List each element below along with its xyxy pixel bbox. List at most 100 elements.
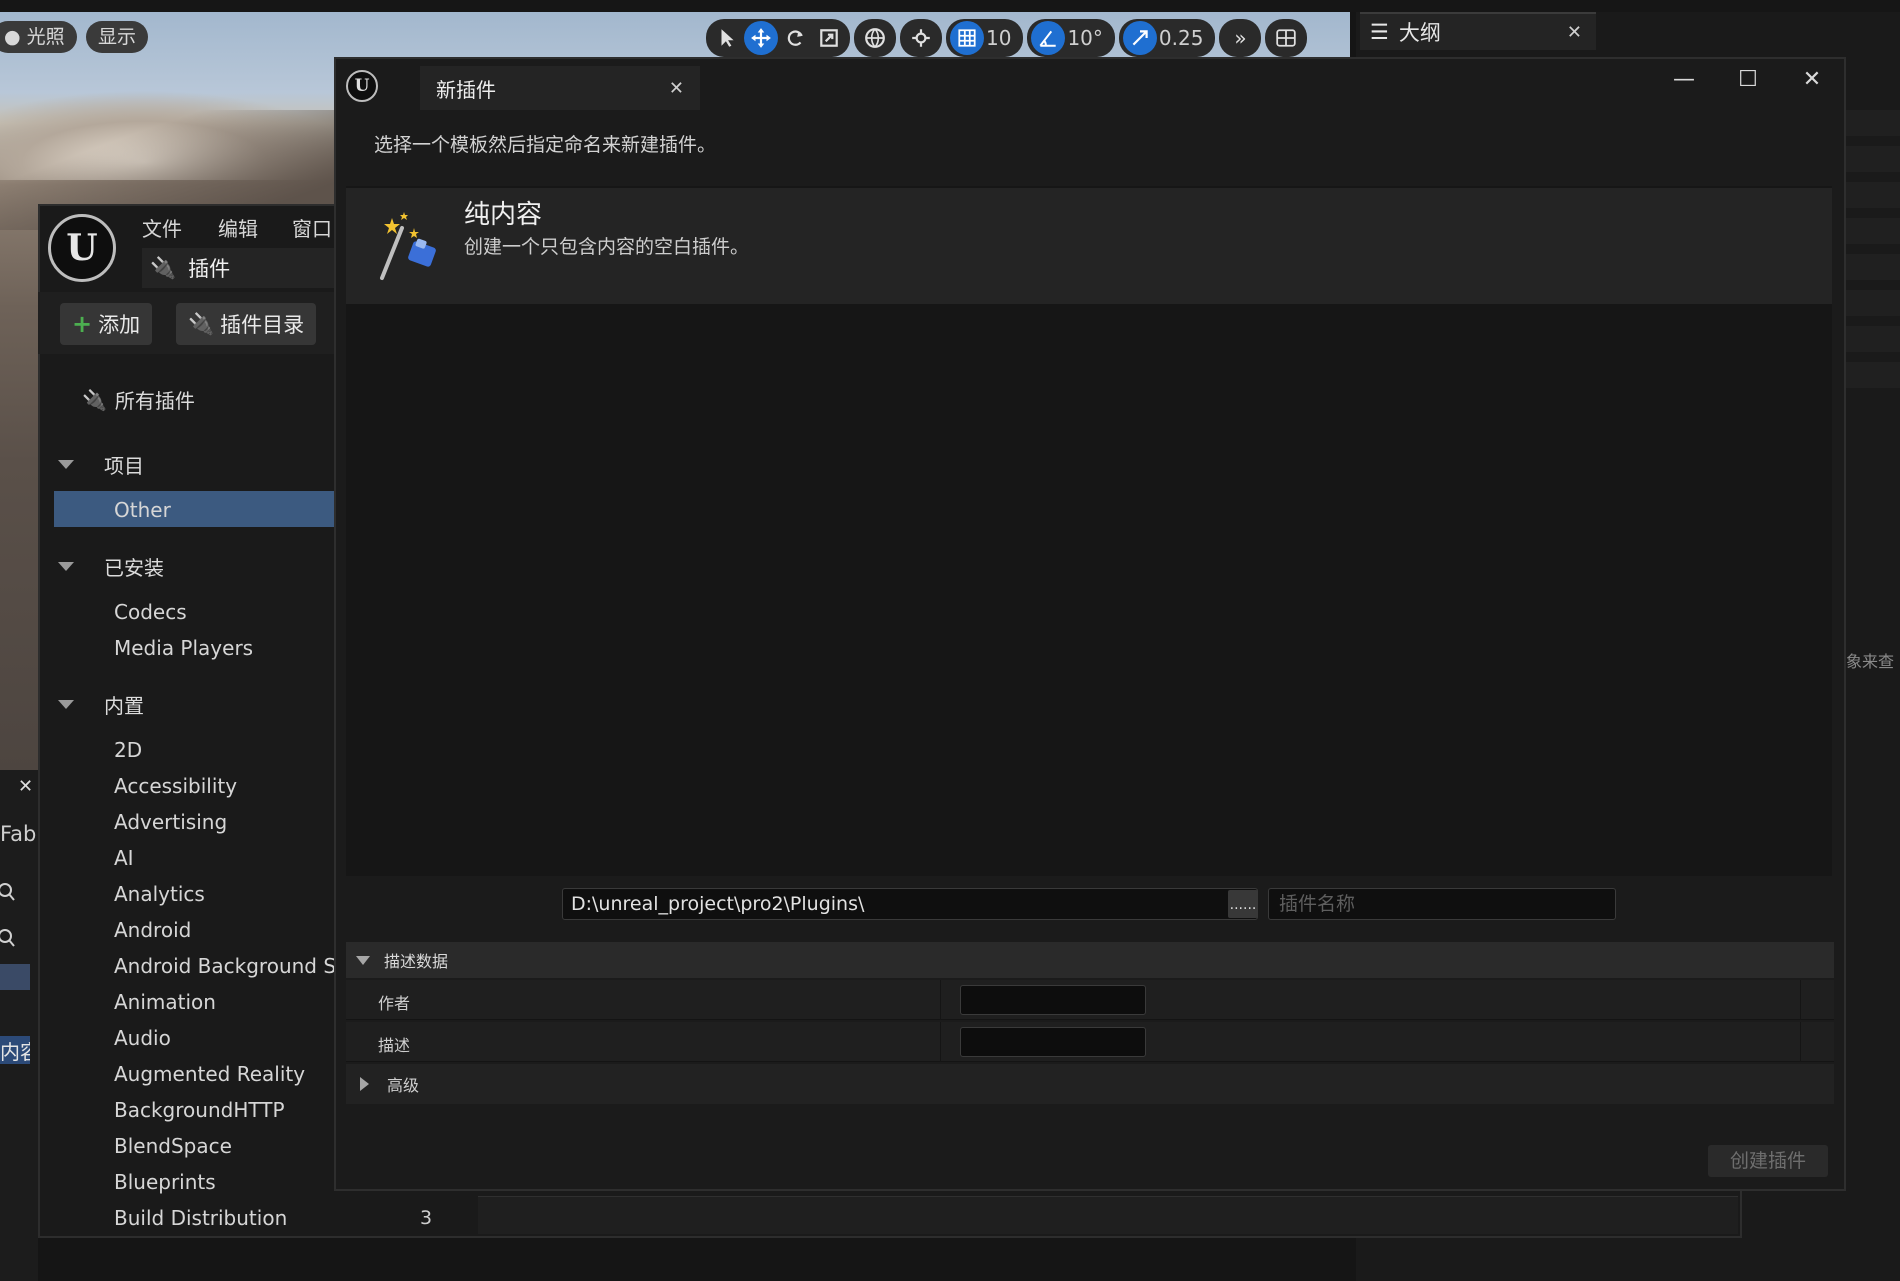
add-plugin-button[interactable]: + 添加 bbox=[60, 303, 153, 345]
chevron-right-icon bbox=[360, 1077, 369, 1091]
category-analytics[interactable]: Analytics bbox=[114, 882, 334, 906]
rotate-snap-group: 10° bbox=[1027, 19, 1115, 57]
outliner-tab[interactable]: ☰ 大纲 ✕ bbox=[1360, 12, 1596, 50]
minimize-icon[interactable]: — bbox=[1666, 64, 1702, 96]
menu-file[interactable]: 文件 bbox=[142, 213, 182, 242]
close-icon[interactable]: ✕ bbox=[669, 78, 684, 99]
viewport-layout-icon[interactable] bbox=[1269, 21, 1303, 55]
project-heading-label: 项目 bbox=[104, 454, 144, 478]
scale-snap-icon[interactable] bbox=[1122, 21, 1157, 55]
rotate-snap-icon[interactable] bbox=[1031, 21, 1066, 55]
grid-snap-value[interactable]: 10 bbox=[984, 26, 1019, 50]
row-divider bbox=[1800, 1022, 1801, 1062]
new-plugin-tab[interactable]: 新插件 ✕ bbox=[420, 66, 700, 110]
description-input[interactable] bbox=[960, 1027, 1146, 1057]
description-label: 描述 bbox=[378, 1036, 411, 1055]
grid-snap-icon[interactable] bbox=[950, 21, 984, 55]
template-description: 创建一个只包含内容的空白插件。 bbox=[464, 236, 750, 258]
chevron-down-icon bbox=[356, 955, 370, 965]
category-project-header[interactable]: 项目 bbox=[58, 450, 144, 479]
dialog-instruction: 选择一个模板然后指定命名来新建插件。 bbox=[374, 134, 717, 156]
world-space-icon[interactable] bbox=[858, 21, 892, 55]
lighting-mode-button[interactable]: ● 光照 bbox=[0, 21, 77, 53]
category-2d[interactable]: 2D bbox=[114, 738, 334, 762]
category-build-distribution[interactable]: Build Distribution bbox=[114, 1206, 334, 1230]
row-divider bbox=[940, 980, 941, 1020]
chevron-down-icon bbox=[58, 700, 74, 709]
category-codecs[interactable]: Codecs bbox=[114, 600, 334, 624]
scale-snap-value[interactable]: 0.25 bbox=[1157, 26, 1212, 50]
category-other[interactable]: Other bbox=[114, 498, 334, 522]
category-augmented-reality[interactable]: Augmented Reality bbox=[114, 1062, 334, 1086]
expand-toolbar-icon[interactable]: » bbox=[1223, 21, 1257, 55]
category-all-plugins[interactable]: 🔌 所有插件 bbox=[82, 385, 195, 414]
plugins-tab[interactable]: 🔌 插件 bbox=[142, 248, 342, 288]
move-tool-icon[interactable] bbox=[744, 21, 778, 55]
metadata-section-header[interactable]: 描述数据 bbox=[346, 942, 1834, 978]
category-android[interactable]: Android bbox=[114, 918, 334, 942]
fab-tab-label[interactable]: Fab bbox=[0, 822, 36, 846]
select-tool-icon[interactable] bbox=[710, 21, 744, 55]
outliner-row[interactable] bbox=[1846, 362, 1900, 388]
author-input[interactable] bbox=[960, 985, 1146, 1015]
rotate-snap-value[interactable]: 10° bbox=[1065, 26, 1110, 50]
menu-window[interactable]: 窗口 bbox=[292, 213, 332, 242]
author-label: 作者 bbox=[378, 994, 411, 1013]
plugin-name-input[interactable]: 插件名称 bbox=[1268, 888, 1616, 920]
category-ai[interactable]: AI bbox=[114, 846, 334, 870]
menu-edit[interactable]: 编辑 bbox=[218, 213, 258, 242]
category-builtin-header[interactable]: 内置 bbox=[58, 690, 144, 719]
show-menu-button[interactable]: 显示 bbox=[86, 21, 149, 53]
rotate-tool-icon[interactable] bbox=[778, 21, 812, 55]
plugin-path-field[interactable]: D:\unreal_project\pro2\Plugins\ bbox=[562, 888, 1258, 920]
grid-snap-group: 10 bbox=[946, 19, 1024, 57]
category-android-background-services[interactable]: Android Background Serv bbox=[114, 954, 334, 978]
category-blueprints[interactable]: Blueprints bbox=[114, 1170, 334, 1194]
row-divider bbox=[1800, 980, 1801, 1020]
close-icon[interactable]: ✕ bbox=[1567, 22, 1582, 43]
category-media-players[interactable]: Media Players bbox=[114, 636, 334, 660]
search-icon[interactable] bbox=[0, 928, 20, 954]
category-blendspace[interactable]: BlendSpace bbox=[114, 1134, 334, 1158]
create-plugin-button[interactable]: 创建插件 bbox=[1708, 1145, 1828, 1177]
surface-snap-icon[interactable] bbox=[904, 21, 938, 55]
outliner-row[interactable] bbox=[1846, 182, 1900, 208]
category-accessibility[interactable]: Accessibility bbox=[114, 774, 334, 798]
row-divider bbox=[940, 1022, 941, 1062]
catalog-button-label: 插件目录 bbox=[220, 313, 305, 337]
chevron-down-icon bbox=[58, 562, 74, 571]
outliner-row[interactable] bbox=[1846, 254, 1900, 280]
search-icon[interactable] bbox=[0, 882, 20, 908]
plugin-catalog-button[interactable]: 🔌 插件目录 bbox=[176, 303, 317, 345]
scale-tool-icon[interactable] bbox=[812, 21, 846, 55]
category-backgroundhttp[interactable]: BackgroundHTTP bbox=[114, 1098, 334, 1122]
close-window-icon[interactable]: ✕ bbox=[1794, 64, 1830, 96]
all-plugins-label: 所有插件 bbox=[114, 389, 195, 413]
editor-top-strip bbox=[0, 0, 1900, 12]
surface-snap-group bbox=[900, 19, 942, 57]
selected-folder-row[interactable] bbox=[0, 964, 30, 990]
installed-heading-label: 已安装 bbox=[104, 556, 164, 580]
outliner-icon: ☰ bbox=[1370, 20, 1389, 44]
category-animation[interactable]: Animation bbox=[114, 990, 334, 1014]
outliner-row[interactable] bbox=[1846, 290, 1900, 316]
outliner-row[interactable] bbox=[1846, 146, 1900, 172]
coordinate-group bbox=[854, 19, 896, 57]
outliner-row[interactable] bbox=[1846, 110, 1900, 136]
content-folder-label[interactable]: 内容 bbox=[0, 1036, 30, 1064]
category-installed-header[interactable]: 已安装 bbox=[58, 552, 164, 581]
outliner-row[interactable] bbox=[1846, 326, 1900, 352]
close-icon[interactable]: ✕ bbox=[18, 776, 33, 797]
category-advertising[interactable]: Advertising bbox=[114, 810, 334, 834]
plus-icon: + bbox=[72, 310, 93, 338]
more-options-group: » bbox=[1219, 19, 1262, 57]
category-audio[interactable]: Audio bbox=[114, 1026, 334, 1050]
transform-tools-group bbox=[706, 19, 850, 57]
plugin-icon: 🔌 bbox=[188, 311, 215, 336]
maximize-icon[interactable]: ☐ bbox=[1730, 64, 1766, 96]
browse-path-button[interactable]: ...... bbox=[1228, 890, 1258, 918]
outliner-row[interactable] bbox=[1846, 218, 1900, 244]
advanced-section-header[interactable]: 高级 bbox=[346, 1064, 1834, 1104]
unreal-logo-icon: U bbox=[346, 70, 378, 102]
category-count: 3 bbox=[420, 1207, 433, 1229]
